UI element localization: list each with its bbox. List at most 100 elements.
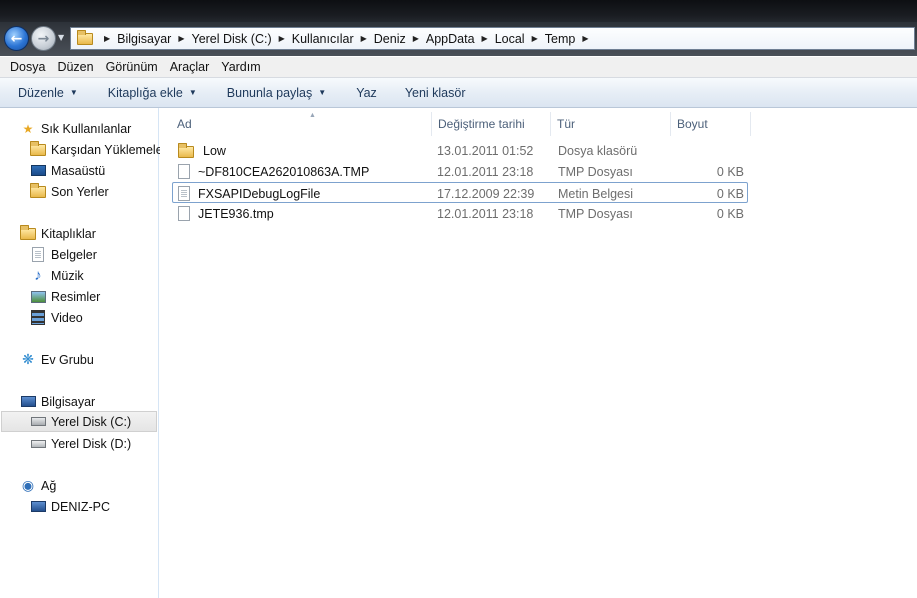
music-note-icon: ♪	[34, 267, 42, 284]
desktop-icon	[30, 163, 46, 179]
column-size-label: Boyut	[677, 117, 708, 131]
column-date-label: Değiştirme tarihi	[438, 117, 525, 131]
sort-ascending-icon: ▲	[309, 112, 316, 119]
nav-recent[interactable]: Son Yerler	[30, 181, 109, 202]
burn-label: Yaz	[356, 85, 377, 100]
breadcrumb-item[interactable]: ▶ Local	[475, 32, 525, 46]
file-name: JETE936.tmp	[198, 206, 274, 221]
nav-deniz-pc[interactable]: DENIZ-PC	[30, 496, 110, 517]
column-type-label: Tür	[557, 117, 575, 131]
recent-pages-dropdown[interactable]: ▼	[58, 33, 68, 43]
nav-disk-c-label: Yerel Disk (C:)	[51, 414, 132, 429]
file-name-cell: Low	[178, 140, 226, 161]
file-icon	[178, 164, 190, 179]
breadcrumb-label[interactable]: AppData	[426, 32, 475, 46]
menu-araclar[interactable]: Araçlar	[170, 60, 210, 74]
nav-favorites[interactable]: ★ Sık Kullanılanlar	[20, 118, 132, 139]
column-name-label: Ad	[177, 117, 192, 131]
forward-button[interactable]: →	[31, 26, 56, 51]
chevron-right-icon[interactable]: ▶	[482, 34, 488, 43]
homegroup-icon: ❋	[22, 351, 34, 367]
nav-documents[interactable]: Belgeler	[30, 244, 97, 265]
nav-homegroup[interactable]: ❋ Ev Grubu	[20, 349, 94, 370]
nav-pictures[interactable]: Resimler	[30, 286, 100, 307]
documents-icon	[30, 247, 46, 263]
breadcrumb-label[interactable]: Temp	[545, 32, 576, 46]
arrow-right-icon: →	[37, 30, 50, 47]
file-row-df810[interactable]: ~DF810CEA262010863A.TMP 12.01.2011 23:18…	[172, 161, 748, 182]
file-icon	[178, 206, 190, 221]
nav-disk-d[interactable]: Yerel Disk (D:)	[30, 433, 131, 454]
file-list-pane: ▲ Ad Değiştirme tarihi Tür Boyut Low 13.…	[160, 108, 917, 598]
nav-network[interactable]: ◉ Ağ	[20, 475, 56, 496]
breadcrumb-item[interactable]: ▶ Kullanıcılar	[272, 32, 354, 46]
file-row-jete936[interactable]: JETE936.tmp 12.01.2011 23:18 TMP Dosyası…	[172, 203, 748, 224]
breadcrumb-item[interactable]: ▶ Temp	[525, 32, 576, 46]
menu-dosya[interactable]: Dosya	[10, 60, 45, 74]
column-header-size[interactable]: Boyut	[671, 112, 751, 136]
breadcrumb-item[interactable]: ▶ Yerel Disk (C:)	[171, 32, 271, 46]
new-folder-button[interactable]: Yeni klasör	[395, 78, 476, 108]
address-bar[interactable]: ▶ Bilgisayar ▶ Yerel Disk (C:) ▶ Kullanıcıl…	[70, 27, 915, 50]
file-name-cell: ~DF810CEA262010863A.TMP	[178, 161, 369, 182]
menu-duzen[interactable]: Düzen	[57, 60, 93, 74]
menu-gorunum[interactable]: Görünüm	[106, 60, 158, 74]
chevron-right-icon[interactable]: ▶	[582, 34, 588, 43]
file-name-cell: JETE936.tmp	[178, 203, 274, 224]
chevron-right-icon[interactable]: ▶	[361, 34, 367, 43]
column-header-name[interactable]: ▲ Ad	[171, 112, 432, 136]
chevron-down-icon: ▼	[188, 88, 197, 97]
arrow-left-icon: ←	[10, 30, 23, 47]
chevron-right-icon[interactable]: ▶	[104, 34, 110, 43]
nav-music[interactable]: ♪ Müzik	[30, 265, 83, 286]
column-header-date[interactable]: Değiştirme tarihi	[432, 112, 551, 136]
burn-button[interactable]: Yaz	[346, 78, 387, 108]
chevron-right-icon[interactable]: ▶	[532, 34, 538, 43]
file-date: 13.01.2011 01:52	[437, 143, 534, 158]
nav-desktop[interactable]: Masaüstü	[30, 160, 105, 181]
chevron-down-icon: ▼	[69, 88, 78, 97]
include-in-library-label: Kitaplığa ekle	[107, 85, 183, 100]
libraries-icon	[20, 224, 36, 242]
folder-icon	[178, 143, 194, 158]
file-row-fxsapi[interactable]: FXSAPIDebugLogFile 17.12.2009 22:39 Meti…	[172, 182, 748, 203]
menu-yardim[interactable]: Yardım	[221, 60, 260, 74]
nav-downloads[interactable]: Karşıdan Yüklemeler	[30, 139, 167, 160]
include-in-library-button[interactable]: Kitaplığa ekle ▼	[98, 78, 207, 108]
nav-libraries[interactable]: Kitaplıklar	[20, 223, 96, 244]
nav-computer[interactable]: Bilgisayar	[20, 391, 95, 412]
nav-desktop-label: Masaüstü	[51, 163, 106, 178]
chevron-right-icon[interactable]: ▶	[178, 34, 184, 43]
breadcrumb-label[interactable]: Kullanıcılar	[292, 32, 354, 46]
nav-disk-c[interactable]: Yerel Disk (C:)	[1, 411, 157, 432]
breadcrumb-label[interactable]: Local	[495, 32, 525, 46]
breadcrumb-item[interactable]: ▶ AppData	[406, 32, 475, 46]
file-name: Low	[203, 143, 226, 158]
organize-button[interactable]: Düzenle ▼	[8, 78, 88, 108]
drive-d-icon	[30, 436, 46, 452]
share-with-button[interactable]: Bununla paylaş ▼	[217, 78, 336, 108]
chevron-right-icon[interactable]: ▶	[279, 34, 285, 43]
breadcrumb-item[interactable]: ▶ Bilgisayar	[97, 32, 171, 46]
command-bar: Düzenle ▼ Kitaplığa ekle ▼ Bununla paylaş ▼…	[0, 78, 917, 108]
pictures-icon	[30, 289, 46, 305]
downloads-folder-icon	[30, 140, 46, 158]
breadcrumb-label[interactable]: Deniz	[374, 32, 406, 46]
file-size: 0 KB	[716, 164, 744, 179]
column-header-type[interactable]: Tür	[551, 112, 671, 136]
back-button[interactable]: ←	[4, 26, 29, 51]
menu-bar: Dosya Düzen Görünüm Araçlar Yardım	[0, 57, 917, 78]
breadcrumb-label[interactable]: Bilgisayar	[117, 32, 171, 46]
breadcrumb-item[interactable]: ▶	[575, 34, 595, 43]
file-type: Dosya klasörü	[558, 143, 638, 158]
chevron-down-icon: ▼	[318, 88, 327, 97]
folder-icon	[77, 29, 93, 45]
nav-pictures-label: Resimler	[51, 289, 101, 304]
file-row-low[interactable]: Low 13.01.2011 01:52 Dosya klasörü	[172, 140, 748, 161]
breadcrumb-label[interactable]: Yerel Disk (C:)	[192, 32, 272, 46]
nav-video[interactable]: Video	[30, 307, 83, 328]
file-name: FXSAPIDebugLogFile	[198, 186, 321, 201]
chevron-right-icon[interactable]: ▶	[413, 34, 419, 43]
nav-documents-label: Belgeler	[51, 247, 97, 262]
breadcrumb-item[interactable]: ▶ Deniz	[354, 32, 406, 46]
